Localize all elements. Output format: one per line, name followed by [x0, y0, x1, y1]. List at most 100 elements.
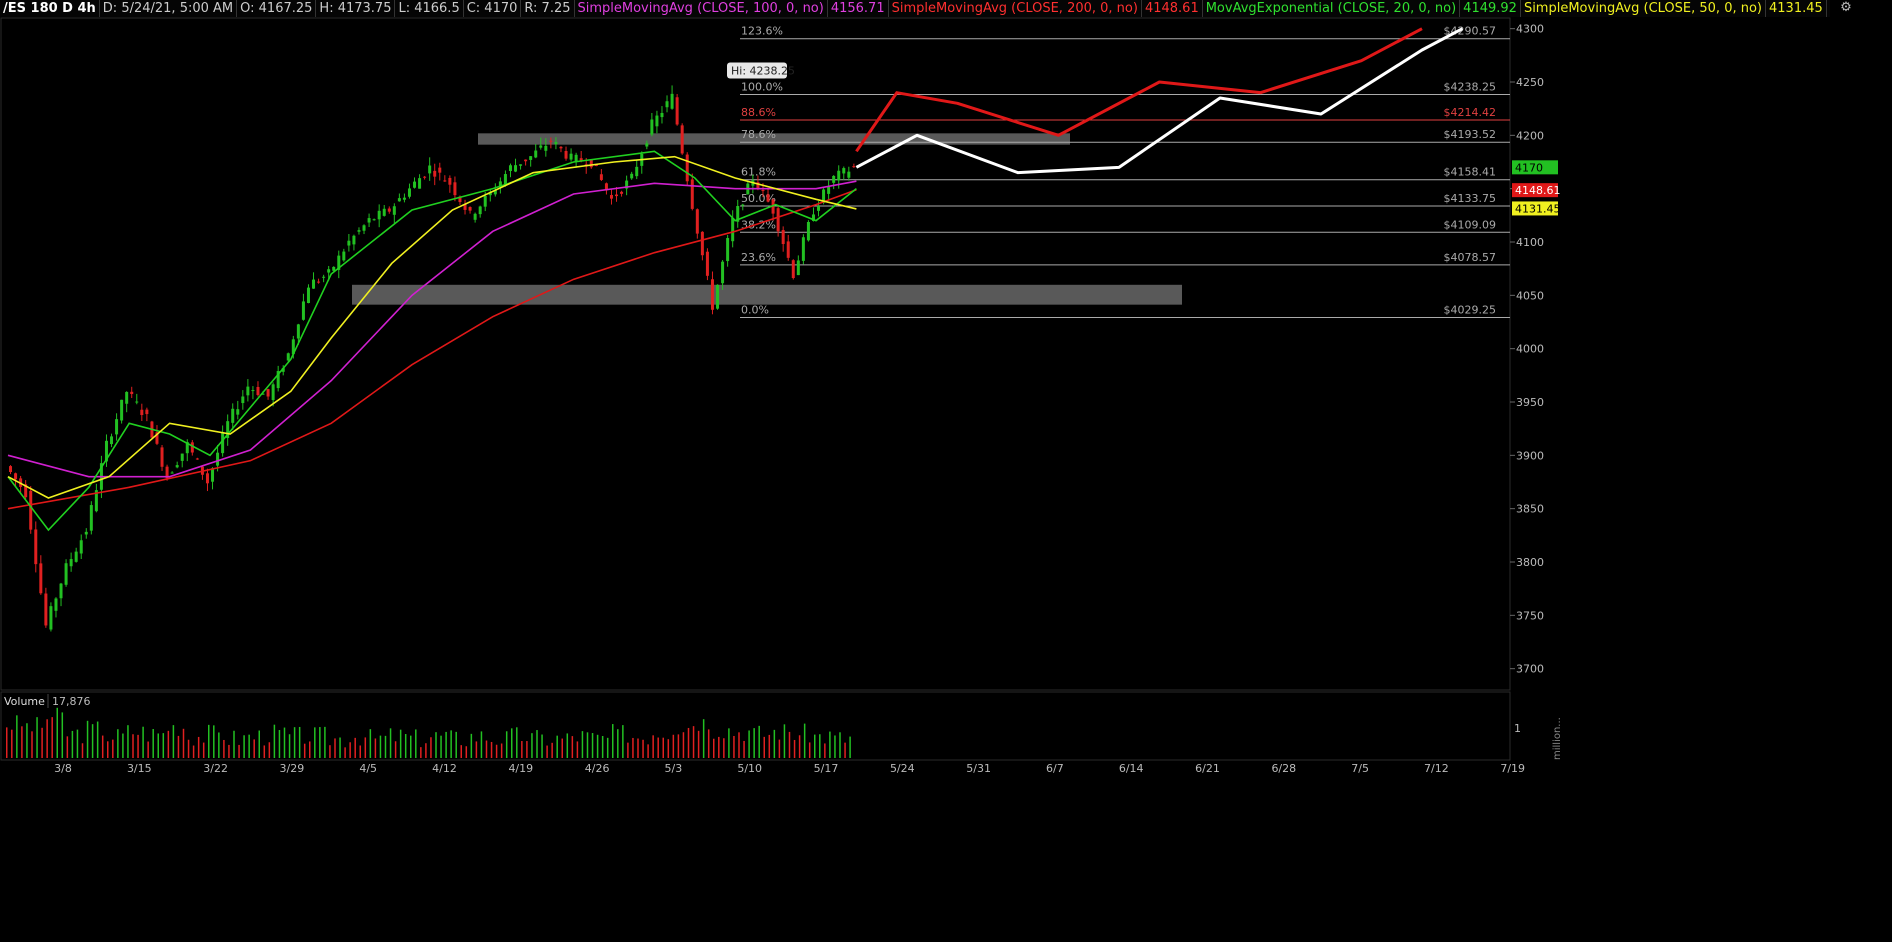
- volume-bar: [581, 731, 584, 758]
- candle-body: [59, 583, 63, 599]
- volume-bar: [233, 730, 235, 758]
- volume-bar: [319, 727, 321, 758]
- volume-bar: [152, 729, 154, 758]
- volume-bar: [571, 736, 574, 758]
- x-tick-label: 4/19: [508, 762, 533, 775]
- candle-body: [286, 353, 290, 361]
- y-tick-label: 3700: [1516, 663, 1544, 676]
- y-tick-label: 3850: [1516, 503, 1544, 516]
- study-label-0[interactable]: SimpleMovingAvg (CLOSE, 100, 0, no): [575, 0, 828, 17]
- volume-bar: [596, 734, 599, 758]
- x-tick-label: 4/5: [359, 762, 377, 775]
- fib-ratio-label: 78.6%: [741, 128, 776, 141]
- candle-body: [342, 251, 346, 261]
- volume-bar: [223, 739, 225, 758]
- volume-bar: [647, 744, 649, 758]
- volume-bar: [697, 730, 700, 758]
- fib-price-label: $4214.42: [1444, 106, 1497, 119]
- open-readout: O: 4167.25: [237, 0, 317, 17]
- candle-body: [554, 142, 558, 145]
- candle-body: [135, 401, 139, 403]
- volume-bar: [76, 729, 79, 758]
- candle-body: [660, 112, 664, 118]
- candle-body: [695, 209, 699, 234]
- volume-bar: [475, 741, 478, 758]
- fib-ratio-label: 88.6%: [741, 106, 776, 119]
- candle-body: [120, 399, 124, 421]
- volume-bar: [243, 735, 245, 758]
- x-tick-label: 6/14: [1119, 762, 1144, 775]
- candle-body: [14, 473, 18, 480]
- candle-body: [205, 473, 209, 484]
- volume-bar: [637, 738, 639, 758]
- volume-bar: [258, 730, 260, 758]
- symbol-label[interactable]: /ES 180 D 4h: [0, 0, 100, 17]
- volume-bar: [56, 707, 58, 758]
- candle-body: [453, 182, 457, 196]
- candle-body: [175, 465, 179, 468]
- y-tick-label: 4250: [1516, 76, 1544, 89]
- volume-bar: [586, 732, 589, 758]
- study-legend: SimpleMovingAvg (CLOSE, 100, 0, no) 4156.…: [575, 0, 1830, 17]
- wrench-icon[interactable]: ⚙: [1828, 0, 1864, 17]
- volume-bar: [783, 724, 786, 758]
- volume-bar: [576, 741, 579, 758]
- candle-body: [372, 219, 376, 221]
- volume-bar: [81, 743, 84, 758]
- candle-body: [801, 237, 805, 261]
- candle-body: [418, 178, 422, 189]
- candle-body: [534, 150, 538, 158]
- candle-body: [211, 468, 215, 482]
- candle-body: [791, 260, 795, 279]
- volume-bar: [329, 745, 331, 758]
- candle-body: [195, 458, 199, 460]
- price-chart[interactable]: 123.6% $4290.57100.0% $4238.2588.6% $4214.4…: [0, 0, 1892, 942]
- volume-bar: [112, 739, 114, 758]
- candle-body: [473, 213, 477, 220]
- volume-bar: [803, 723, 806, 758]
- volume-bar: [177, 735, 180, 758]
- volume-bar: [278, 730, 281, 758]
- candle-body: [731, 217, 735, 242]
- volume-bar: [273, 724, 276, 758]
- volume-bar: [682, 732, 685, 758]
- volume-bar: [723, 738, 725, 758]
- candle-body: [781, 230, 785, 245]
- candle-body: [251, 390, 255, 392]
- fib-ratio-label: 23.6%: [741, 251, 776, 264]
- study-label-1[interactable]: SimpleMovingAvg (CLOSE, 200, 0, no): [889, 0, 1142, 17]
- volume-bar: [667, 739, 670, 758]
- volume-bar: [91, 724, 94, 758]
- volume-bar: [71, 730, 74, 758]
- candle-body: [665, 101, 669, 108]
- candle-body: [705, 251, 709, 276]
- candle-body: [710, 279, 714, 310]
- candle-body: [115, 419, 119, 435]
- candle-body: [256, 386, 260, 396]
- volume-bar: [834, 735, 836, 758]
- volume-bar: [824, 743, 826, 758]
- volume-bar: [389, 728, 392, 758]
- volume-bar: [642, 739, 644, 758]
- volume-bar: [728, 728, 730, 758]
- fib-price-label: $4133.75: [1444, 192, 1497, 205]
- high-label: Hi: 4238.25: [731, 65, 795, 78]
- candle-body: [690, 179, 694, 209]
- volume-bar: [213, 725, 215, 758]
- candle-body: [327, 269, 331, 273]
- candle-body: [524, 159, 528, 162]
- study-label-3[interactable]: SimpleMovingAvg (CLOSE, 50, 0, no): [1521, 0, 1766, 17]
- volume-bar: [591, 733, 594, 758]
- candle-body: [352, 235, 356, 245]
- candle-body: [569, 153, 573, 160]
- volume-bar: [617, 729, 619, 758]
- fib-ratio-label: 123.6%: [741, 25, 783, 38]
- candle-body: [589, 159, 593, 168]
- volume-bar: [692, 726, 695, 758]
- study-label-2[interactable]: MovAvgExponential (CLOSE, 20, 0, no): [1203, 0, 1461, 17]
- candle-body: [392, 206, 396, 215]
- candle-body: [322, 276, 326, 278]
- candle-body: [216, 452, 220, 466]
- volume-bar: [137, 734, 139, 758]
- volume-bar: [748, 730, 750, 758]
